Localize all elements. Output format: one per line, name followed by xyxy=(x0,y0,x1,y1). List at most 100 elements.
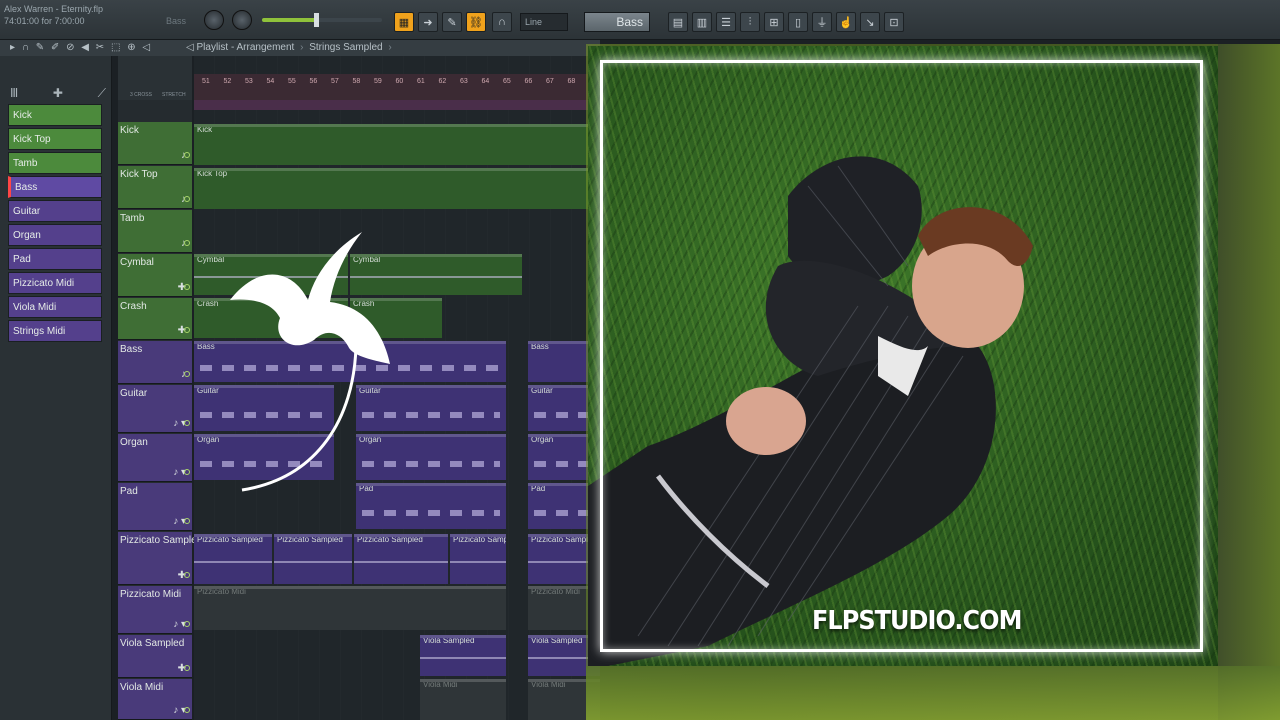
pattern-item-guitar[interactable]: Guitar xyxy=(8,200,102,222)
project-title: Alex Warren - Eternity.flp xyxy=(4,4,104,14)
snap-select[interactable]: Line xyxy=(520,13,568,31)
timeline-ruler[interactable]: 51525354555657585960616263646566676869 xyxy=(194,74,600,100)
link-button[interactable]: ⛓ xyxy=(466,12,486,32)
clip-pizzicato-sampled-3[interactable]: Pizzicato Sampled xyxy=(354,534,448,584)
track-name: Pizzicato Midi xyxy=(120,589,182,600)
track-header-tamb[interactable]: Tamb ♪ xyxy=(118,210,192,253)
track-header-kick[interactable]: Kick ♪ xyxy=(118,122,192,165)
slice-icon[interactable]: ✂ xyxy=(96,42,106,53)
pattern-item-organ[interactable]: Organ xyxy=(8,224,102,246)
track-dot[interactable] xyxy=(184,327,190,333)
clip-label: Organ xyxy=(197,435,220,444)
mixer-icon: ⫶ xyxy=(748,15,752,28)
track-header-crash[interactable]: Crash ✚ xyxy=(118,298,192,340)
select-icon[interactable]: ⬚ xyxy=(111,42,122,53)
clip-label: Pizzicato Sampled xyxy=(453,535,506,544)
clip-pizzicato-midi-1[interactable]: Pizzicato Midi xyxy=(194,586,506,630)
track-header-pad[interactable]: Pad ♪ ▾ xyxy=(118,483,192,531)
ruler-tick: 65 xyxy=(503,78,511,85)
clip-label: Bass xyxy=(531,342,549,351)
project-button[interactable]: ▯ xyxy=(788,12,808,32)
zoom-icon[interactable]: ⊕ xyxy=(127,42,137,53)
track-dot[interactable] xyxy=(184,621,190,627)
breadcrumb-track[interactable]: Strings Sampled xyxy=(309,42,382,53)
channel-rack-button[interactable]: ☰ xyxy=(716,12,736,32)
track-dot[interactable] xyxy=(184,284,190,290)
pattern-item-tamb[interactable]: Tamb xyxy=(8,152,102,174)
track-dot[interactable] xyxy=(184,572,190,578)
clip-viola-midi-1[interactable]: Viola Midi xyxy=(420,679,506,720)
speaker-icon[interactable]: ◁ xyxy=(142,42,152,53)
track-header-organ[interactable]: Organ ♪ ▾ xyxy=(118,434,192,482)
track-dot[interactable] xyxy=(184,196,190,202)
breadcrumb-playlist[interactable]: Playlist - Arrangement xyxy=(196,42,294,53)
crosshair-icon[interactable]: ✚ xyxy=(53,86,63,101)
clip-kick[interactable]: Kick xyxy=(194,124,600,165)
pattern-item-bass[interactable]: Bass xyxy=(8,176,102,198)
pattern-item-pizzicato-midi[interactable]: Pizzicato Midi xyxy=(8,272,102,294)
piano-roll-button[interactable]: ▥ xyxy=(692,12,712,32)
pattern-item-pad[interactable]: Pad xyxy=(8,248,102,270)
playlist-button[interactable]: ▤ xyxy=(668,12,688,32)
magnet-icon[interactable]: ∩ xyxy=(22,42,31,53)
track-header-bass[interactable]: Bass ♪ xyxy=(118,341,192,384)
track-dot[interactable] xyxy=(184,152,190,158)
pattern-item-strings-midi[interactable]: Strings Midi xyxy=(8,320,102,342)
cart-button[interactable]: ⊡ xyxy=(884,12,904,32)
track-dot[interactable] xyxy=(184,469,190,475)
mute-icon[interactable]: ◀ xyxy=(81,42,91,53)
track-dot[interactable] xyxy=(184,707,190,713)
clip-kick-top[interactable]: Kick Top xyxy=(194,168,600,209)
track-header-guitar[interactable]: Guitar ♪ ▾ xyxy=(118,385,192,433)
ruler-tick: 60 xyxy=(395,78,404,85)
track-dot[interactable] xyxy=(184,518,190,524)
typing-keyboard-button[interactable]: ▦ xyxy=(394,12,414,32)
plug-icon: ⏚ xyxy=(816,17,828,29)
mixer-button[interactable]: ⫶ xyxy=(740,12,760,32)
track-dot[interactable] xyxy=(184,371,190,377)
brush-icon[interactable]: ✐ xyxy=(51,42,61,53)
pencil-icon[interactable]: ✎ xyxy=(36,42,46,53)
pattern-select[interactable]: Bass xyxy=(584,12,650,32)
stretch-option[interactable]: STRETCH xyxy=(162,92,186,98)
arrow-button[interactable]: ↘ xyxy=(860,12,880,32)
picker-tools: Ⅲ ✚ ⟋ xyxy=(10,86,106,101)
track-dot[interactable] xyxy=(184,420,190,426)
pattern-item-kick-top[interactable]: Kick Top xyxy=(8,128,102,150)
pattern-item-kick[interactable]: Kick xyxy=(8,104,102,126)
step-edit-button[interactable]: ➜ xyxy=(418,12,438,32)
browser-button[interactable]: ⊞ xyxy=(764,12,784,32)
clip-label: Organ xyxy=(531,435,554,444)
pattern-item-viola-midi[interactable]: Viola Midi xyxy=(8,296,102,318)
clip-viola-sampled-1[interactable]: Viola Sampled xyxy=(420,635,506,676)
ruler-tick: 61 xyxy=(417,78,425,85)
wrench-icon[interactable]: ⟋ xyxy=(98,86,106,101)
track-dot[interactable] xyxy=(184,665,190,671)
track-header-viola-sampled[interactable]: Viola Sampled ✚ xyxy=(118,635,192,678)
clip-pizzicato-sampled-1[interactable]: Pizzicato Sampled xyxy=(194,534,272,584)
magnet-button[interactable]: ∩ xyxy=(492,12,512,32)
track-header-cymbal[interactable]: Cymbal ✚ xyxy=(118,254,192,297)
track-header-pizzicato-midi[interactable]: Pizzicato Midi ♪ ▾ xyxy=(118,586,192,634)
track-header-pizzicato-sampled[interactable]: Pizzicato Sampled ✚ xyxy=(118,532,202,585)
slider-thumb[interactable] xyxy=(314,13,319,27)
plugin-button[interactable]: ⏚ xyxy=(812,12,832,32)
master-pitch-knob[interactable] xyxy=(232,10,252,30)
master-volume-knob[interactable] xyxy=(204,10,224,30)
draw-tool-button[interactable]: ✎ xyxy=(442,12,462,32)
clip-pizzicato-sampled-4[interactable]: Pizzicato Sampled xyxy=(450,534,506,584)
delete-icon[interactable]: ⊘ xyxy=(66,42,76,53)
arrow-icon[interactable]: ▸ xyxy=(10,42,17,53)
track-header-viola-midi[interactable]: Viola Midi ♪ ▾ xyxy=(118,679,192,720)
master-slider[interactable] xyxy=(262,13,382,27)
cross-option[interactable]: 3 CROSS xyxy=(130,92,152,98)
channel-rack-icon: ☰ xyxy=(721,16,731,29)
clip-label: Viola Sampled xyxy=(423,636,475,645)
clip-pizzicato-sampled-2[interactable]: Pizzicato Sampled xyxy=(274,534,352,584)
track-name: Pad xyxy=(120,486,138,497)
track-dot[interactable] xyxy=(184,240,190,246)
help-button[interactable]: ☝ xyxy=(836,12,856,32)
piano-icon[interactable]: Ⅲ xyxy=(10,86,18,101)
ruler-tick: 66 xyxy=(524,78,533,85)
track-header-kick-top[interactable]: Kick Top ♪ xyxy=(118,166,192,209)
